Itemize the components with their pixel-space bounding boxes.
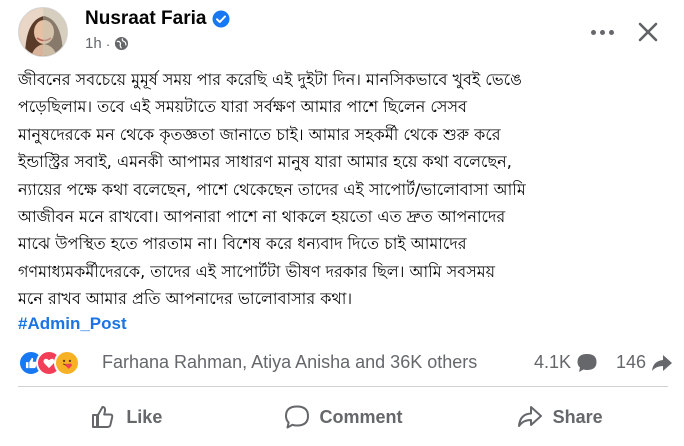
care-reaction-icon: [54, 350, 80, 376]
avatar-image: [19, 8, 67, 56]
globe-icon[interactable]: [114, 36, 129, 51]
comment-button[interactable]: Comment: [235, 390, 452, 444]
post-text-line: পড়েছিলাম। তবে এই সময়টাতে যারা সর্বক্ষণ…: [18, 97, 467, 117]
post-body-text: জীবনের সবচেয়ে মুমূর্ষ সময় পার করেছি এই…: [18, 66, 670, 313]
comment-icon: [284, 405, 309, 429]
more-options-button[interactable]: [585, 20, 619, 44]
close-button[interactable]: [634, 18, 662, 46]
like-button-label[interactable]: Like: [126, 407, 162, 428]
share-button[interactable]: Share: [451, 390, 668, 444]
post-time[interactable]: 1h: [85, 35, 102, 52]
share-count-value[interactable]: 146: [616, 352, 646, 373]
post-text-line: গণমাধ্যমকর্মীদেরকে, তাদের এই সাপোর্টটা ভ…: [18, 261, 496, 281]
comment-bubble-icon: [577, 353, 597, 372]
close-icon: [638, 22, 658, 42]
author-name-text[interactable]: Nusraat Faria: [85, 8, 206, 30]
share-icon: [517, 406, 542, 427]
post-text-line: মাঝে উপস্থিত হতে পারতাম না। বিশেষ করে ধন…: [18, 234, 467, 254]
avatar[interactable]: [18, 7, 68, 57]
post-text-line: ন্যায়ের পক্ষে কথা বলেছেন, পাশে থেকেছেন …: [18, 179, 526, 199]
post-actions: Like Comment Share: [18, 390, 668, 444]
reaction-icons[interactable]: [18, 350, 96, 376]
more-options-icon: [599, 29, 605, 35]
actions-divider: [18, 386, 668, 387]
post-header: Nusraat Faria 1h ·: [0, 0, 684, 66]
more-options-icon: [608, 29, 614, 35]
share-count[interactable]: 146: [616, 352, 673, 373]
post-text-line: মনে রাখব আমার প্রতি আপনাদের ভালোবাসার কথ…: [18, 289, 353, 309]
thumbs-up-icon: [92, 406, 114, 428]
verified-badge-icon: [212, 10, 230, 28]
post-meta: 1h ·: [85, 35, 129, 52]
share-button-label[interactable]: Share: [553, 407, 603, 428]
post-text-line: ইন্ডাস্ট্রির সবাই, এমনকী আপামর সাধারণ মা…: [18, 152, 512, 172]
hashtag-link[interactable]: #Admin_Post: [18, 314, 127, 334]
like-button[interactable]: Like: [18, 390, 235, 444]
comment-count-value[interactable]: 4.1K: [534, 352, 571, 373]
share-arrow-icon: [652, 354, 673, 371]
post-text-line: জীবনের সবচেয়ে মুমূর্ষ সময় পার করেছি এই…: [18, 70, 522, 89]
comment-count[interactable]: 4.1K: [534, 352, 598, 373]
more-options-icon: [590, 29, 596, 35]
meta-separator: ·: [105, 35, 111, 52]
comment-button-label[interactable]: Comment: [320, 407, 403, 428]
reactors-summary[interactable]: Farhana Rahman, Atiya Anisha and 36K oth…: [102, 352, 477, 373]
engagement-bar: Farhana Rahman, Atiya Anisha and 36K oth…: [18, 348, 673, 378]
post-text-line: আজীবন মনে রাখবো। আপনারা পাশে না থাকলে হয…: [18, 207, 506, 227]
author-name[interactable]: Nusraat Faria: [85, 8, 230, 30]
post-text-line: মানুষদেরকে মন থেকে কৃতজ্ঞতা জানাতে চাই। …: [18, 124, 501, 144]
